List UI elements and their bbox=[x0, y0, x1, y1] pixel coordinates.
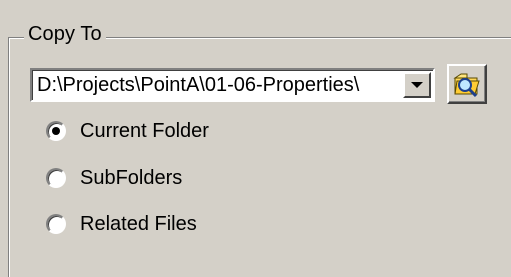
folder-search-icon bbox=[453, 73, 480, 98]
destination-dropdown-button[interactable] bbox=[403, 72, 431, 98]
radio-selected-dot bbox=[52, 127, 60, 135]
subfolders-radio[interactable] bbox=[46, 168, 66, 188]
chevron-down-icon bbox=[411, 82, 423, 88]
destination-path-value: D:\Projects\PointA\01-06-Properties\ bbox=[37, 74, 360, 96]
browse-folder-button[interactable] bbox=[447, 64, 487, 104]
related-files-label[interactable]: Related Files bbox=[80, 211, 197, 237]
current-folder-label[interactable]: Current Folder bbox=[80, 118, 209, 144]
destination-path-combobox[interactable]: D:\Projects\PointA\01-06-Properties\ bbox=[30, 68, 435, 102]
related-files-radio[interactable] bbox=[46, 214, 66, 234]
copy-to-group-title: Copy To bbox=[24, 20, 106, 48]
subfolders-label[interactable]: SubFolders bbox=[80, 165, 182, 191]
current-folder-radio[interactable] bbox=[46, 121, 66, 141]
